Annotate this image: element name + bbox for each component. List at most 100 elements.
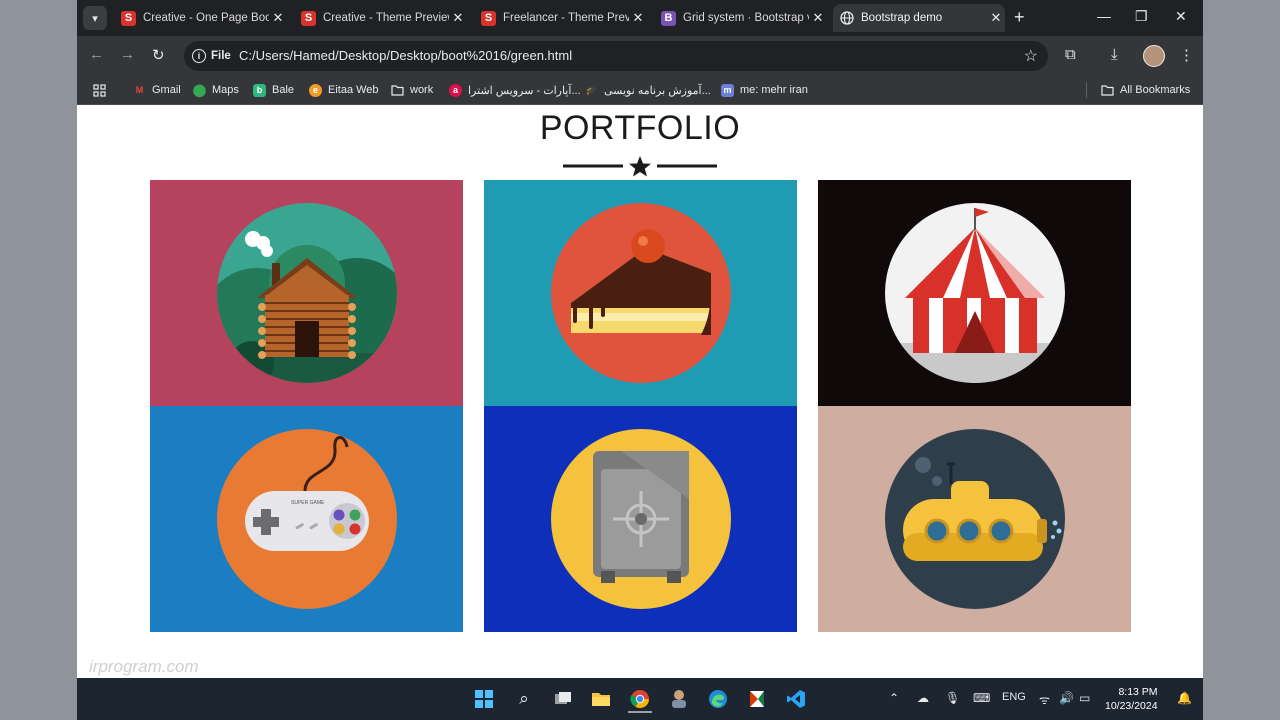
windows-taskbar: ⌕ ⌃ ☁ 🎙 ⌨ ENG ᯤ 🔊 ▭ 8:13 PM 10/23/2024 🔔 <box>77 678 1203 720</box>
scheme-label: File <box>211 50 231 62</box>
mehr-icon: m <box>721 83 734 97</box>
portfolio-item-game-controller[interactable]: SUPER GAME <box>150 406 463 632</box>
bookmark-star-icon[interactable]: ☆ <box>1024 46 1038 66</box>
start-icon[interactable] <box>472 687 496 711</box>
folder-icon <box>1101 84 1114 97</box>
browser-toolbar: ← → ↻ i File C:/Users/Hamed/Desktop/Desk… <box>77 36 1203 76</box>
minimize-icon[interactable]: — <box>1097 8 1111 24</box>
new-tab-icon[interactable]: + <box>1014 8 1025 26</box>
star-divider <box>563 156 717 177</box>
close-tab-icon[interactable]: ✕ <box>629 10 647 26</box>
edge-icon[interactable] <box>706 687 730 711</box>
tab-bootstrap-demo[interactable]: Bootstrap demo ✕ <box>833 4 1005 32</box>
svg-text:SUPER GAME: SUPER GAME <box>291 500 325 506</box>
watermark: irprogram.com <box>89 657 199 676</box>
office-icon[interactable] <box>745 687 769 711</box>
download-icon[interactable]: ⤓ <box>1111 46 1118 63</box>
bookmark-eitaa-web[interactable]: e Eitaa Web <box>309 81 379 99</box>
keyboard-icon[interactable]: ⌨ <box>973 691 990 705</box>
search-icon[interactable]: ⌕ <box>512 687 536 711</box>
cake-icon <box>550 203 731 383</box>
tab-title: Creative - Theme Preview <box>323 12 449 24</box>
bookmark-label: آپارات - سرویس اشترا... <box>468 84 581 97</box>
bookmark-label: work <box>410 84 434 96</box>
close-window-icon[interactable]: ✕ <box>1175 8 1187 25</box>
forward-icon[interactable]: → <box>120 46 135 63</box>
tab-strip: ▾ S Creative - One Page Boot ✕ S Creativ… <box>77 0 1203 36</box>
back-icon[interactable]: ← <box>89 46 104 63</box>
task-view-icon[interactable] <box>551 687 575 711</box>
tab-freelancer-theme-preview[interactable]: S Freelancer - Theme Previ ✕ <box>475 4 647 32</box>
tab-favicon-icon: S <box>301 10 316 26</box>
circus-tent-icon <box>884 203 1065 383</box>
cabin-icon <box>216 203 397 383</box>
close-tab-icon[interactable]: ✕ <box>809 10 827 26</box>
browser-window: ▾ S Creative - One Page Boot ✕ S Creativ… <box>77 0 1203 720</box>
bookmarks-bar: M Gmail ⬤ Maps b Bale e Eitaa Web work a… <box>77 76 1203 105</box>
tab-favicon-icon: B <box>661 10 676 26</box>
bookmark-gmail[interactable]: M Gmail <box>133 81 181 99</box>
url-text[interactable]: C:/Users/Hamed/Desktop/Desktop/boot%2016… <box>239 48 572 63</box>
cloud-off-icon[interactable]: ☁ <box>917 691 929 705</box>
microphone-icon[interactable]: 🎙 <box>945 691 960 705</box>
more-menu-icon[interactable]: ⋮ <box>1179 46 1194 64</box>
avatar[interactable] <box>1143 45 1165 67</box>
bookmark-label: آموزش برنامه نویسی... <box>604 84 711 97</box>
chevron-up-icon[interactable]: ⌃ <box>889 691 899 705</box>
wifi-icon[interactable]: ᯤ <box>1039 691 1050 708</box>
notification-icon[interactable]: 🔔 <box>1177 691 1192 705</box>
info-icon: i <box>192 49 206 63</box>
bookmark-label: Maps <box>212 84 239 96</box>
all-bookmarks-button[interactable]: All Bookmarks <box>1101 81 1190 99</box>
tab-title: Freelancer - Theme Previ <box>503 12 629 24</box>
extensions-icon[interactable]: ⧉ <box>1065 46 1076 63</box>
bookmark-aparat[interactable]: a آپارات - سرویس اشترا... <box>449 81 581 99</box>
tab-search-icon[interactable]: ▾ <box>83 6 107 30</box>
bookmark-programming-course[interactable]: 🎓 آموزش برنامه نویسی... <box>585 81 711 99</box>
tab-grid-system-bootstrap[interactable]: B Grid system · Bootstrap v ✕ <box>655 4 827 32</box>
battery-icon[interactable]: ▭ <box>1079 691 1090 705</box>
game-controller-icon: SUPER GAME <box>216 429 397 609</box>
file-explorer-icon[interactable] <box>589 687 613 711</box>
portfolio-item-cabin[interactable] <box>150 180 463 406</box>
tab-creative-one-page[interactable]: S Creative - One Page Boot ✕ <box>115 4 287 32</box>
submarine-icon <box>884 429 1065 609</box>
people-app-icon[interactable] <box>667 687 691 711</box>
safe-icon <box>550 429 731 609</box>
restore-icon[interactable]: ❐ <box>1135 8 1148 25</box>
portfolio-item-safe[interactable] <box>484 406 797 632</box>
page-title: PORTFOLIO <box>539 109 741 147</box>
address-bar[interactable]: i File C:/Users/Hamed/Desktop/Desktop/bo… <box>184 41 1048 71</box>
volume-icon[interactable]: 🔊 <box>1059 691 1074 705</box>
tab-favicon-icon: S <box>121 10 136 26</box>
clock-date: 10/23/2024 <box>1105 700 1158 712</box>
chrome-icon[interactable] <box>628 687 652 713</box>
clock-time: 8:13 PM <box>1118 686 1158 698</box>
apps-grid-icon[interactable] <box>93 81 106 99</box>
aparat-icon: a <box>449 83 462 97</box>
close-tab-icon[interactable]: ✕ <box>987 10 1005 26</box>
page-content: PORTFOLIO SUPER GAME irprogram.com <box>77 105 1203 678</box>
language-indicator[interactable]: ENG <box>1002 691 1026 703</box>
vscode-icon[interactable] <box>784 687 808 711</box>
eitaa-icon: e <box>309 83 322 97</box>
reload-icon[interactable]: ↻ <box>152 46 165 64</box>
bookmark-label: me: mehr iran <box>740 84 808 96</box>
portfolio-item-circus-tent[interactable] <box>818 180 1131 406</box>
close-tab-icon[interactable]: ✕ <box>269 10 287 26</box>
bookmark-maps[interactable]: ⬤ Maps <box>193 81 239 99</box>
bookmark-bale[interactable]: b Bale <box>253 81 294 99</box>
tab-creative-theme-preview[interactable]: S Creative - Theme Preview ✕ <box>295 4 467 32</box>
folder-icon <box>391 84 404 97</box>
bookmark-label: Bale <box>272 84 295 96</box>
tab-title: Grid system · Bootstrap v <box>683 12 809 24</box>
tab-title: Creative - One Page Boot <box>143 12 269 24</box>
system-clock[interactable]: 8:13 PM 10/23/2024 <box>1105 685 1158 713</box>
bookmark-folder-work[interactable]: work <box>391 81 433 99</box>
portfolio-item-submarine[interactable] <box>818 406 1131 632</box>
close-tab-icon[interactable]: ✕ <box>449 10 467 26</box>
cap-icon: 🎓 <box>585 84 598 95</box>
site-info-chip[interactable]: i File <box>192 45 231 67</box>
portfolio-item-cake[interactable] <box>484 180 797 406</box>
bookmark-mehr-iran[interactable]: m me: mehr iran <box>721 81 808 99</box>
